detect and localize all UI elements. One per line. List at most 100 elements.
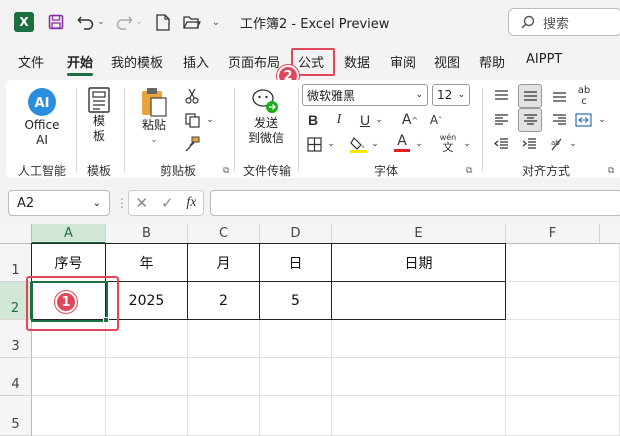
tab-aippt[interactable]: AIPPT — [526, 52, 562, 67]
tab-review[interactable]: 审阅 — [390, 52, 416, 71]
increase-font-icon[interactable]: A ^ — [400, 110, 420, 130]
cell-d2[interactable]: 5 — [259, 281, 332, 320]
cell-f4[interactable] — [506, 358, 620, 396]
column-header-d[interactable]: D — [260, 224, 332, 244]
phonetic-dropdown-icon[interactable]: ⌄ — [462, 134, 472, 154]
align-middle-icon[interactable] — [518, 84, 542, 108]
cell-c1[interactable]: 月 — [187, 243, 260, 282]
cut-icon[interactable] — [182, 86, 202, 106]
cell-a5[interactable] — [32, 396, 106, 436]
cell-f1[interactable] — [506, 244, 620, 282]
increase-indent-icon[interactable] — [518, 134, 540, 154]
save-icon[interactable] — [46, 12, 66, 32]
tab-view[interactable]: 视图 — [434, 52, 460, 71]
cell-e1[interactable]: 日期 — [331, 243, 506, 282]
tab-page-layout[interactable]: 页面布局 — [228, 52, 280, 71]
cancel-icon[interactable]: ✕ — [135, 194, 148, 212]
name-box[interactable]: A2 ⌄ — [8, 190, 110, 216]
underline-dropdown-icon[interactable]: ⌄ — [374, 110, 384, 130]
new-file-icon[interactable] — [154, 12, 172, 32]
copy-dropdown-icon[interactable]: ⌄ — [204, 110, 216, 130]
font-name-select[interactable]: 微软雅黑 ⌄ — [302, 84, 428, 106]
cell-d1[interactable]: 日 — [259, 243, 332, 282]
column-header-e[interactable]: E — [332, 224, 506, 244]
cell-d3[interactable] — [260, 320, 332, 358]
alignment-launcher-icon[interactable]: ⧉ — [608, 166, 614, 176]
merge-dropdown-icon[interactable]: ⌄ — [596, 110, 608, 130]
cell-f3[interactable] — [506, 320, 620, 358]
align-center-icon[interactable] — [518, 108, 542, 132]
copy-icon[interactable] — [182, 110, 202, 130]
undo-dropdown-icon[interactable]: ⌄ — [96, 13, 106, 31]
bold-button[interactable]: B — [304, 110, 322, 130]
decrease-font-icon[interactable]: Aˇ — [426, 110, 446, 130]
cell-c2[interactable]: 2 — [187, 281, 260, 320]
borders-icon[interactable] — [304, 134, 324, 154]
search-input[interactable]: 搜索 — [508, 8, 620, 36]
underline-button[interactable]: U — [356, 110, 374, 130]
tab-home[interactable]: 开始 — [67, 52, 94, 76]
paste-dropdown-icon[interactable]: ⌄ — [150, 133, 158, 148]
wrap-text-icon[interactable]: ab c — [572, 82, 596, 110]
cell-f2[interactable] — [506, 282, 620, 320]
cell-b4[interactable] — [106, 358, 188, 396]
open-folder-icon[interactable] — [182, 12, 202, 32]
clipboard-launcher-icon[interactable]: ⧉ — [223, 166, 229, 176]
tab-insert[interactable]: 插入 — [183, 52, 209, 71]
font-launcher-icon[interactable]: ⧉ — [466, 166, 472, 176]
cell-a4[interactable] — [32, 358, 106, 396]
align-top-icon[interactable] — [490, 86, 512, 106]
italic-button[interactable]: I — [330, 110, 348, 130]
phonetic-icon[interactable]: wén 文 — [436, 131, 460, 155]
font-color-dropdown-icon[interactable]: ⌄ — [414, 134, 424, 154]
cell-c5[interactable] — [188, 396, 260, 436]
decrease-indent-icon[interactable] — [490, 134, 512, 154]
align-right-icon[interactable] — [548, 110, 570, 130]
cell-e4[interactable] — [332, 358, 506, 396]
tab-data[interactable]: 数据 — [344, 52, 370, 71]
tab-help[interactable]: 帮助 — [479, 52, 505, 71]
template-button[interactable]: 模 板 — [82, 86, 116, 144]
insert-function-icon[interactable]: fx — [186, 195, 196, 211]
send-to-wechat-button[interactable]: 发送 到微信 — [242, 86, 290, 146]
cell-d5[interactable] — [260, 396, 332, 436]
cell-d4[interactable] — [260, 358, 332, 396]
cell-e5[interactable] — [332, 396, 506, 436]
cell-c3[interactable] — [188, 320, 260, 358]
column-header-a[interactable]: A — [32, 224, 106, 244]
cell-e2[interactable] — [331, 281, 506, 320]
undo-icon[interactable] — [76, 12, 96, 32]
tab-file[interactable]: 文件 — [18, 52, 44, 71]
select-all-corner[interactable] — [0, 224, 32, 244]
confirm-icon[interactable]: ✓ — [161, 194, 174, 212]
cell-e3[interactable] — [332, 320, 506, 358]
tab-my-templates[interactable]: 我的模板 — [111, 52, 163, 71]
fill-color-dropdown-icon[interactable]: ⌄ — [370, 134, 380, 154]
borders-dropdown-icon[interactable]: ⌄ — [326, 134, 336, 154]
redo-icon[interactable] — [114, 12, 134, 32]
customize-chevron-icon[interactable]: ⌄ — [210, 13, 222, 31]
font-color-icon[interactable]: A — [392, 132, 412, 154]
column-header-c[interactable]: C — [188, 224, 260, 244]
format-painter-icon[interactable] — [182, 134, 202, 154]
fill-color-icon[interactable] — [348, 134, 368, 154]
row-header-4[interactable]: 4 — [0, 358, 32, 396]
formula-bar-grip-icon[interactable]: ⋮ — [116, 196, 128, 210]
paste-button[interactable]: 粘贴 ⌄ — [134, 86, 174, 148]
row-header-5[interactable]: 5 — [0, 396, 32, 436]
column-header-b[interactable]: B — [106, 224, 188, 244]
orientation-dropdown-icon[interactable]: ⌄ — [568, 134, 578, 154]
orientation-icon[interactable]: ab — [546, 134, 568, 154]
column-header-f[interactable]: F — [506, 224, 600, 244]
align-left-icon[interactable] — [490, 110, 512, 130]
merge-center-icon[interactable] — [572, 110, 594, 130]
align-bottom-icon[interactable] — [548, 86, 570, 106]
redo-dropdown-icon[interactable]: ⌄ — [134, 13, 144, 31]
cell-b5[interactable] — [106, 396, 188, 436]
office-ai-button[interactable]: AI Office AI — [20, 86, 64, 148]
column-header-next[interactable] — [600, 224, 620, 244]
cell-f5[interactable] — [506, 396, 620, 436]
formula-input[interactable] — [210, 190, 620, 216]
cell-c4[interactable] — [188, 358, 260, 396]
font-size-select[interactable]: 12 ⌄ — [432, 84, 470, 106]
